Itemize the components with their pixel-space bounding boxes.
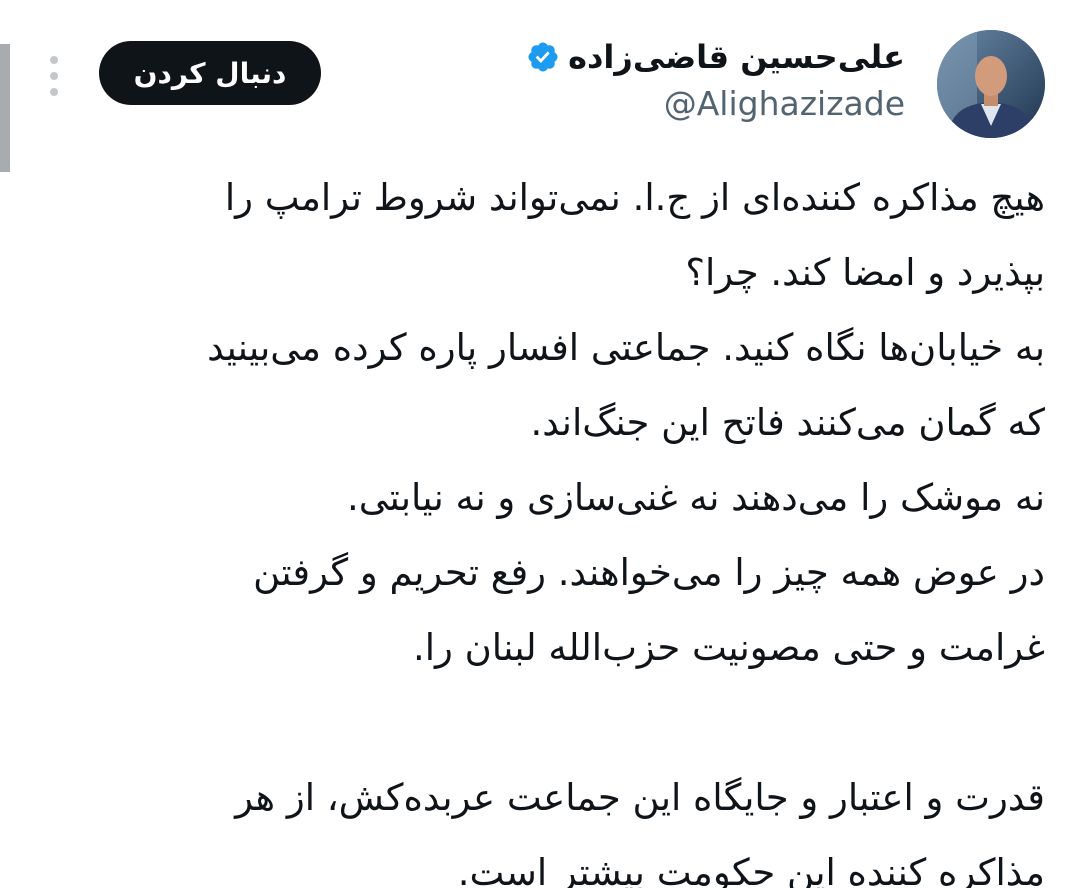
tweet-line: به خیابان‌ها نگاه کنید. جماعتی افسار پار… xyxy=(207,326,1045,369)
more-vertical-icon-dot xyxy=(50,88,58,96)
more-options-button[interactable] xyxy=(44,56,64,96)
author-handle[interactable]: @Alighazizade xyxy=(664,84,905,123)
tweet-line: مذاکره کننده این حکومت بیشتر است. xyxy=(457,851,1045,888)
tweet-line: غرامت و حتی مصونیت حزب‌الله لبنان را. xyxy=(412,626,1045,669)
scroll-edge-indicator xyxy=(0,44,10,172)
avatar[interactable] xyxy=(937,30,1045,138)
follow-button[interactable]: دنبال کردن xyxy=(99,41,321,105)
tweet-line: در عوض همه چیز را می‌خواهند. رفع تحریم و… xyxy=(253,551,1045,594)
verified-badge-icon[interactable] xyxy=(526,40,560,74)
author-name-row[interactable]: علی‌حسین قاضی‌زاده xyxy=(526,36,905,78)
author-display-name[interactable]: علی‌حسین قاضی‌زاده xyxy=(568,38,905,76)
tweet-line: قدرت و اعتبار و جایگاه این جماعت عربده‌ک… xyxy=(235,776,1045,819)
tweet-line: بپذیرد و امضا کند. چرا؟ xyxy=(685,251,1045,294)
tweet-line: هیچ مذاکره کننده‌ای از ج.ا. نمی‌تواند شر… xyxy=(224,176,1045,219)
more-vertical-icon xyxy=(50,56,58,64)
tweet-line: نه موشک را می‌دهند نه غنی‌سازی و نه نیاب… xyxy=(346,476,1045,519)
tweet-text: هیچ مذاکره کننده‌ای از ج.ا. نمی‌تواند شر… xyxy=(55,160,1045,888)
user-avatar-photo xyxy=(937,30,1045,138)
tweet-line: که گمان می‌کنند فاتح این جنگ‌اند. xyxy=(530,401,1045,444)
more-vertical-icon-dot xyxy=(50,72,58,80)
